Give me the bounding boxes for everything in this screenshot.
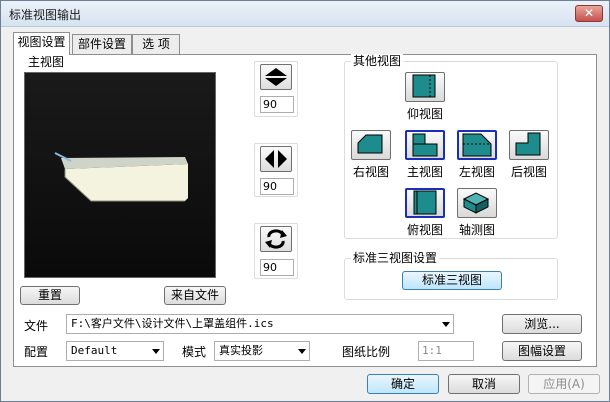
file-path-value: F:\客户文件\设计文件\上罩盖组件.ics xyxy=(71,317,274,330)
left-right-arrow-icon xyxy=(265,150,287,168)
chevron-down-icon xyxy=(442,322,450,327)
vertical-rotate-button[interactable] xyxy=(260,64,292,90)
left-view-icon xyxy=(462,133,492,157)
cancel-button[interactable]: 取消 xyxy=(448,374,520,394)
vertical-rotate-group: 90 xyxy=(254,61,298,117)
rotate-arrows-icon xyxy=(265,229,287,249)
spin-rotate-button[interactable] xyxy=(260,226,292,252)
config-label: 配置 xyxy=(24,345,49,359)
up-down-arrow-icon xyxy=(265,68,287,86)
from-file-button[interactable]: 来自文件 xyxy=(164,286,226,305)
right-view-label: 右视图 xyxy=(352,165,389,179)
view-settings-panel: 主视图 重置 来自文件 90 90 90 其他视图 仰视图 右视图 主视图 左视… xyxy=(13,54,597,367)
spin-angle-input[interactable]: 90 xyxy=(260,259,294,276)
right-view-button[interactable] xyxy=(351,130,391,160)
apply-button[interactable]: 应用(A) xyxy=(528,374,600,394)
main-view-group: 主视图 xyxy=(18,55,222,280)
main-view-group-label: 主视图 xyxy=(26,55,67,69)
main-view-preview[interactable] xyxy=(24,72,216,278)
other-views-group-label: 其他视图 xyxy=(351,54,404,68)
scale-input[interactable]: 1:1 xyxy=(418,341,474,361)
ok-button[interactable]: 确定 xyxy=(367,374,439,394)
config-value: Default xyxy=(71,344,118,357)
title-bar: 标准视图输出 ✕ xyxy=(1,1,609,27)
standard-three-views-group-label: 标准三视图设置 xyxy=(351,251,440,265)
left-view-label: 左视图 xyxy=(458,165,495,179)
file-path-combo[interactable]: F:\客户文件\设计文件\上罩盖组件.ics xyxy=(66,314,454,334)
mode-label: 模式 xyxy=(182,345,207,359)
mode-value: 真实投影 xyxy=(219,344,263,357)
bottom-view-button[interactable] xyxy=(405,72,445,102)
horizontal-rotate-group: 90 xyxy=(254,143,298,197)
close-button[interactable]: ✕ xyxy=(575,5,603,22)
front-view-button[interactable] xyxy=(405,130,445,160)
mode-select[interactable]: 真实投影 xyxy=(214,341,310,361)
config-select[interactable]: Default xyxy=(66,341,164,361)
front-view-icon xyxy=(412,133,438,157)
tab-options[interactable]: 选 项 xyxy=(132,34,180,54)
left-view-button[interactable] xyxy=(457,130,497,160)
file-label: 文件 xyxy=(24,319,49,333)
horizontal-angle-input[interactable]: 90 xyxy=(260,178,294,195)
front-view-label: 主视图 xyxy=(406,165,443,179)
right-view-icon xyxy=(357,134,383,154)
other-views-group: 其他视图 仰视图 右视图 主视图 左视图 后视图 俯视图 轴测图 xyxy=(344,54,558,239)
bottom-view-icon xyxy=(412,74,436,98)
horizontal-rotate-button[interactable] xyxy=(260,146,292,172)
standard-three-views-group: 标准三视图设置 标准三视图 xyxy=(344,251,558,300)
chevron-down-icon xyxy=(298,349,306,354)
top-view-button[interactable] xyxy=(405,188,445,218)
back-view-label: 后视图 xyxy=(510,165,547,179)
isometric-view-label: 轴测图 xyxy=(458,223,495,237)
tab-view-settings[interactable]: 视图设置 xyxy=(13,32,70,55)
top-view-icon xyxy=(413,190,437,215)
vertical-angle-input[interactable]: 90 xyxy=(260,96,294,113)
back-view-icon xyxy=(515,132,541,156)
part-preview-graphic xyxy=(25,73,215,277)
frame-settings-button[interactable]: 图幅设置 xyxy=(502,341,582,361)
bottom-view-label: 仰视图 xyxy=(406,107,443,121)
reset-button[interactable]: 重置 xyxy=(20,286,80,305)
browse-button[interactable]: 浏览... xyxy=(502,314,582,334)
dialog-window: 标准视图输出 ✕ 视图设置 部件设置 选 项 主视图 重置 来自文件 90 90… xyxy=(0,0,610,402)
chevron-down-icon xyxy=(152,349,160,354)
standard-three-views-button[interactable]: 标准三视图 xyxy=(402,271,502,290)
window-title: 标准视图输出 xyxy=(9,8,82,22)
top-view-label: 俯视图 xyxy=(406,223,443,237)
tab-part-settings[interactable]: 部件设置 xyxy=(72,34,132,54)
back-view-button[interactable] xyxy=(509,130,549,160)
scale-label: 图纸比例 xyxy=(342,345,391,359)
isometric-view-icon xyxy=(462,192,490,214)
spin-rotate-group: 90 xyxy=(254,223,298,279)
isometric-view-button[interactable] xyxy=(457,188,497,218)
